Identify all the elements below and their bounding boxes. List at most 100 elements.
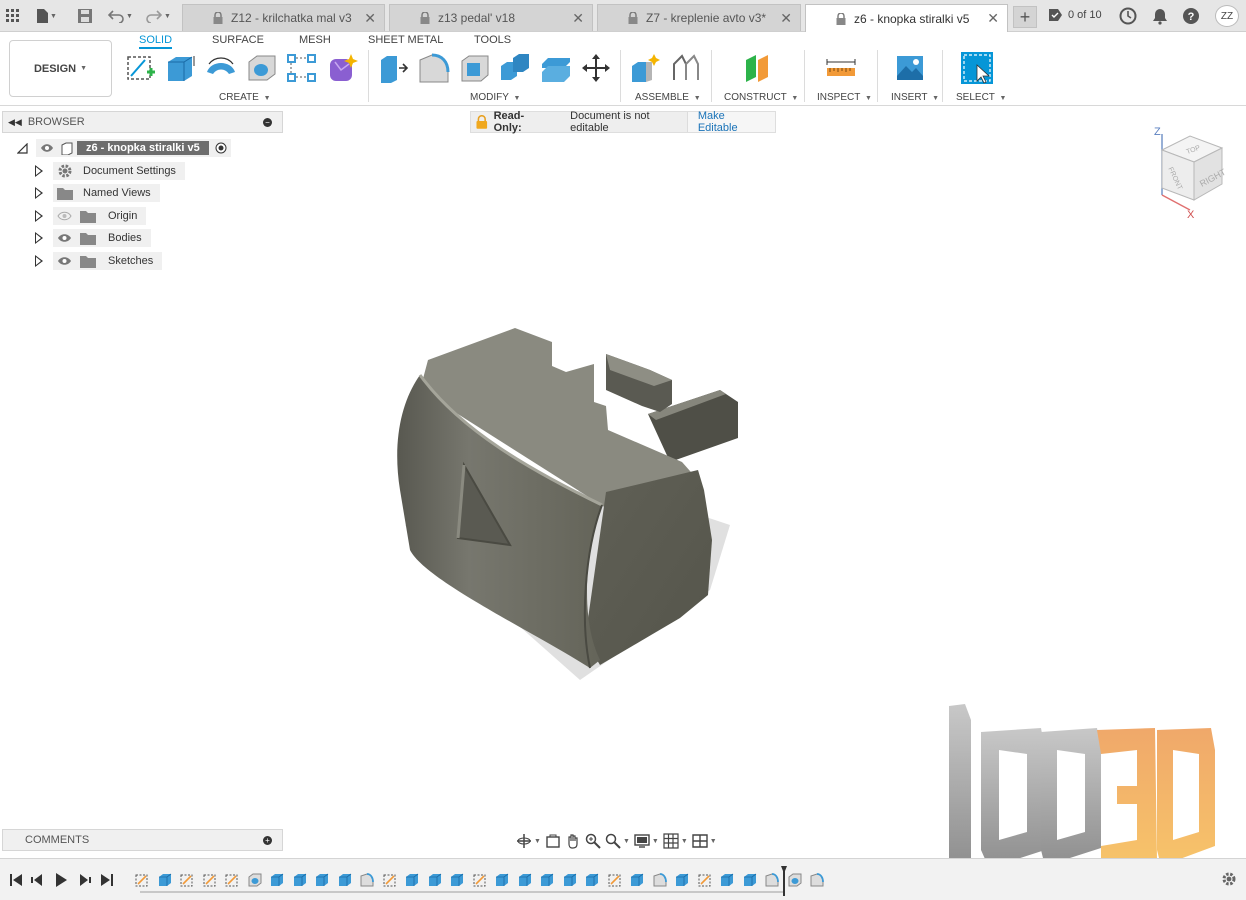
timeline-sketch-feature-icon[interactable] xyxy=(472,872,488,888)
tab-z13[interactable]: z13 pedal' v18 ✕ xyxy=(389,4,593,31)
tab-z7[interactable]: Z7 - kreplenie avto v3* ✕ xyxy=(597,4,801,31)
timeline-extrude-feature-icon[interactable] xyxy=(157,872,173,888)
timeline-fillet-feature-icon[interactable] xyxy=(764,872,780,888)
save-icon[interactable] xyxy=(78,8,92,24)
expand-down-icon[interactable] xyxy=(17,142,28,154)
timeline-settings-icon[interactable] xyxy=(1221,871,1237,887)
redo-button[interactable]: ▼ xyxy=(146,8,171,24)
timeline-extrude-feature-icon[interactable] xyxy=(562,872,578,888)
browser-item-named-views[interactable]: Named Views xyxy=(35,184,160,202)
insert-menu[interactable]: INSERT ▼ xyxy=(891,92,939,103)
timeline-extrude-feature-icon[interactable] xyxy=(337,872,353,888)
comments-panel-header[interactable]: COMMENTS + xyxy=(2,829,283,851)
browser-item-origin[interactable]: Origin xyxy=(35,207,147,225)
user-avatar[interactable]: ZZ xyxy=(1215,5,1239,27)
chevron-down-icon[interactable]: ▼ xyxy=(534,838,541,845)
timeline-marker[interactable] xyxy=(781,866,787,896)
assemble-menu[interactable]: ASSEMBLE ▼ xyxy=(635,92,701,103)
browser-item-document-settings[interactable]: Document Settings xyxy=(35,162,185,180)
rectangular-pattern-button[interactable] xyxy=(286,52,318,84)
measure-button[interactable] xyxy=(825,52,857,84)
press-pull-button[interactable] xyxy=(377,52,409,84)
tab-z12[interactable]: Z12 - krilchatka mal v3 ✕ xyxy=(182,4,385,31)
timeline-extrude-feature-icon[interactable] xyxy=(742,872,758,888)
timeline-fillet-feature-icon[interactable] xyxy=(652,872,668,888)
collapse-icon[interactable]: ◀◀ xyxy=(8,117,22,128)
go-to-end-icon[interactable] xyxy=(99,872,115,888)
step-back-icon[interactable] xyxy=(30,872,46,888)
joint-button[interactable] xyxy=(670,52,702,84)
browser-item-sketches[interactable]: Sketches xyxy=(35,252,163,270)
tab-sheet-metal[interactable]: SHEET METAL xyxy=(368,34,443,46)
browser-root[interactable]: z6 - knopka stiralki v5 xyxy=(17,139,231,157)
chevron-down-icon[interactable]: ▼ xyxy=(681,838,688,845)
timeline-extrude-feature-icon[interactable] xyxy=(629,872,645,888)
eye-hidden-icon[interactable] xyxy=(57,211,72,221)
tab-z6[interactable]: z6 - knopka stiralki v5 ✕ xyxy=(805,4,1008,32)
activate-radio-icon[interactable] xyxy=(215,142,227,154)
expand-right-icon[interactable] xyxy=(35,187,43,199)
create-form-button[interactable] xyxy=(327,52,359,84)
bell-icon[interactable] xyxy=(1151,7,1169,25)
timeline-extrude-feature-icon[interactable] xyxy=(719,872,735,888)
revolve-button[interactable] xyxy=(205,52,237,84)
timeline-extrude-feature-icon[interactable] xyxy=(584,872,600,888)
zoom-icon[interactable] xyxy=(585,833,601,849)
chevron-down-icon[interactable]: ▼ xyxy=(710,838,717,845)
grid-settings-icon[interactable] xyxy=(663,833,679,849)
viewports-icon[interactable] xyxy=(692,833,708,849)
close-icon[interactable]: ✕ xyxy=(987,10,999,27)
offset-plane-button[interactable] xyxy=(742,52,774,84)
tab-surface[interactable]: SURFACE xyxy=(212,34,264,46)
make-editable-button[interactable]: Make Editable xyxy=(686,110,775,134)
tab-tools[interactable]: TOOLS xyxy=(474,34,511,46)
construct-menu[interactable]: CONSTRUCT ▼ xyxy=(724,92,798,103)
select-menu[interactable]: SELECT ▼ xyxy=(956,92,1006,103)
look-at-icon[interactable] xyxy=(545,833,561,849)
close-icon[interactable]: ✕ xyxy=(572,10,584,27)
new-component-button[interactable] xyxy=(630,52,662,84)
chevron-down-icon[interactable]: ▼ xyxy=(623,838,630,845)
eye-icon[interactable] xyxy=(40,143,54,153)
inspect-menu[interactable]: INSPECT ▼ xyxy=(817,92,872,103)
workspace-switcher[interactable]: DESIGN ▼ xyxy=(9,40,112,97)
eye-icon[interactable] xyxy=(57,256,72,266)
timeline-sketch-feature-icon[interactable] xyxy=(607,872,623,888)
fillet-button[interactable] xyxy=(418,52,450,84)
timeline-hole-feature-icon[interactable] xyxy=(787,872,803,888)
combine-button[interactable] xyxy=(499,52,531,84)
timeline-extrude-feature-icon[interactable] xyxy=(269,872,285,888)
hole-button[interactable] xyxy=(246,52,278,84)
step-forward-icon[interactable] xyxy=(76,872,92,888)
timeline-sketch-feature-icon[interactable] xyxy=(134,872,150,888)
close-icon[interactable]: ✕ xyxy=(780,10,792,27)
expand-right-icon[interactable] xyxy=(35,210,43,222)
timeline-extrude-feature-icon[interactable] xyxy=(539,872,555,888)
create-sketch-button[interactable] xyxy=(125,52,157,84)
timeline-sketch-feature-icon[interactable] xyxy=(179,872,195,888)
expand-right-icon[interactable] xyxy=(35,165,43,177)
timeline-hole-feature-icon[interactable] xyxy=(247,872,263,888)
file-menu-button[interactable]: ▼ xyxy=(36,8,57,24)
timeline-extrude-feature-icon[interactable] xyxy=(674,872,690,888)
timeline-extrude-feature-icon[interactable] xyxy=(292,872,308,888)
undo-button[interactable]: ▼ xyxy=(108,8,133,24)
chevron-down-icon[interactable]: ▼ xyxy=(652,838,659,845)
tab-solid[interactable]: SOLID xyxy=(139,34,173,49)
expand-right-icon[interactable] xyxy=(35,232,43,244)
timeline-sketch-feature-icon[interactable] xyxy=(202,872,218,888)
insert-canvas-button[interactable] xyxy=(894,52,926,84)
timeline-sketch-feature-icon[interactable] xyxy=(697,872,713,888)
timeline-extrude-feature-icon[interactable] xyxy=(404,872,420,888)
timeline-sketch-feature-icon[interactable] xyxy=(224,872,240,888)
help-icon[interactable]: ? xyxy=(1182,7,1200,25)
timeline-fillet-feature-icon[interactable] xyxy=(809,872,825,888)
fit-icon[interactable] xyxy=(605,833,621,849)
timeline-fillet-feature-icon[interactable] xyxy=(359,872,375,888)
extrude-button[interactable] xyxy=(164,52,196,84)
3d-model-view[interactable] xyxy=(380,320,760,700)
display-settings-icon[interactable] xyxy=(634,833,650,849)
go-to-start-icon[interactable] xyxy=(8,872,24,888)
timeline-extrude-feature-icon[interactable] xyxy=(314,872,330,888)
move-copy-button[interactable] xyxy=(580,52,612,84)
